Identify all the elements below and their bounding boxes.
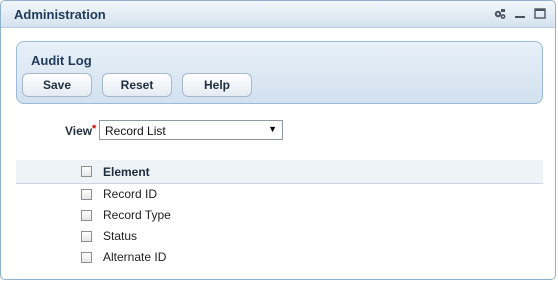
column-header-element: Element [103,165,150,179]
panel-title: Audit Log [31,53,92,68]
reset-button[interactable]: Reset [102,73,172,97]
administration-window: Administration Audit Log Save Reset Help… [0,0,556,280]
element-table: Element Record ID Record Type Status Alt… [16,160,543,268]
select-all-checkbox[interactable] [81,166,92,177]
view-select[interactable]: Record List ▼ [99,120,283,140]
window-title: Administration [14,7,106,22]
table-row: Status [16,226,543,247]
window-controls [493,7,547,21]
row-label: Record ID [103,187,158,201]
minimize-icon[interactable] [513,7,527,21]
save-button[interactable]: Save [22,73,92,97]
row-label: Alternate ID [103,250,167,264]
row-checkbox[interactable] [81,189,92,200]
row-label: Status [103,229,138,243]
view-label: View [65,124,93,138]
row-checkbox[interactable] [81,252,92,263]
required-marker: * [92,123,97,135]
row-checkbox[interactable] [81,210,92,221]
row-label: Record Type [103,208,171,222]
view-select-value: Record List [105,124,166,138]
settings-icon[interactable] [493,7,507,21]
view-row: View * Record List ▼ [1,120,557,142]
table-header: Element [16,160,543,184]
table-row: Record ID [16,184,543,205]
row-checkbox[interactable] [81,231,92,242]
table-row: Record Type [16,205,543,226]
table-row: Alternate ID [16,247,543,268]
window-titlebar: Administration [1,1,555,28]
audit-log-panel: Audit Log Save Reset Help [16,41,543,104]
help-button[interactable]: Help [182,73,252,97]
maximize-icon[interactable] [533,7,547,21]
chevron-down-icon[interactable]: ▼ [268,124,277,134]
